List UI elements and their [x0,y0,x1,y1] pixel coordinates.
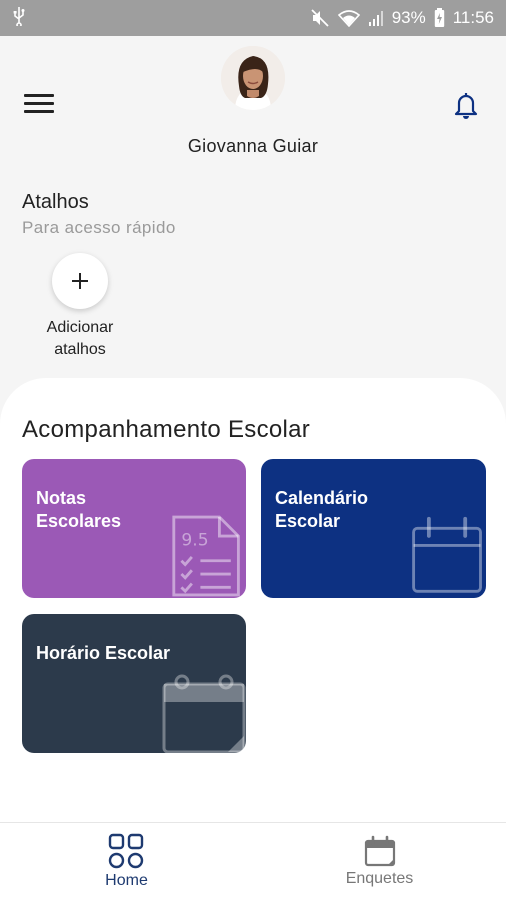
section-title: Acompanhamento Escolar [22,416,311,443]
notifications-button[interactable] [452,90,480,120]
menu-button[interactable] [24,94,54,118]
battery-percent: 93% [391,8,426,27]
clock: 11:56 [452,8,494,27]
app-header: Giovanna Guiar [0,36,506,166]
add-shortcut-button[interactable] [52,253,108,309]
card-calendar[interactable]: Calendário Escolar [261,459,486,598]
mute-icon [310,8,330,28]
bottom-navigation: Home Enquetes [0,822,506,901]
bell-icon [454,93,478,119]
user-name: Giovanna Guiar [187,136,319,156]
menu-icon-bar [24,110,54,113]
svg-text:9.5: 9.5 [181,531,208,551]
menu-icon-bar [24,102,54,105]
nav-polls[interactable]: Enquetes [253,823,506,901]
wifi-icon [337,9,360,27]
avatar[interactable] [221,46,285,110]
shortcuts-title: Atalhos [22,191,89,213]
signal-icon [368,9,384,27]
nav-home-label: Home [105,872,148,889]
nav-home[interactable]: Home [0,823,253,901]
add-shortcut-label[interactable]: Adicionar atalhos [20,317,140,361]
polls-calendar-icon [364,835,396,867]
school-section: Acompanhamento Escolar Notas Escolares 9… [0,378,506,822]
card-schedule[interactable]: Horário Escolar [22,614,246,753]
grades-icon: 9.5 [172,515,240,597]
profile-photo [221,46,285,110]
usb-icon [12,6,26,31]
nav-polls-label: Enquetes [345,870,414,887]
status-bar: 93% 11:56 [0,0,506,36]
home-grid-icon [108,833,144,869]
schedule-icon [162,674,246,753]
shortcuts-subtitle: Para acesso rápido [22,218,176,237]
battery-icon [434,8,445,28]
plus-icon [72,273,88,289]
calendar-icon [412,516,482,593]
card-grades[interactable]: Notas Escolares 9.5 [22,459,246,598]
menu-icon [24,94,54,97]
card-schedule-label: Horário Escolar [36,643,171,663]
card-calendar-label: Calendário Escolar [275,488,369,531]
card-grades-label: Notas Escolares [36,488,122,531]
